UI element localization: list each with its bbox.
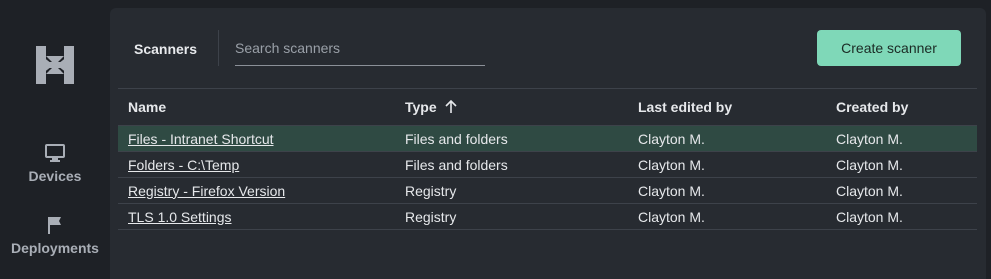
column-header-name[interactable]: Name	[128, 89, 166, 125]
scanner-name-link[interactable]: Files - Intranet Shortcut	[128, 131, 274, 147]
created-by: Clayton M.	[836, 208, 903, 225]
scanner-type: Files and folders	[405, 156, 508, 173]
last-edited-by: Clayton M.	[638, 156, 705, 173]
column-header-type[interactable]: Type	[405, 89, 457, 125]
toolbar-divider	[218, 30, 219, 66]
table-row[interactable]: Folders - C:\Temp Files and folders Clay…	[118, 152, 977, 178]
sidebar-item-label: Deployments	[11, 240, 99, 256]
created-by: Clayton M.	[836, 156, 903, 173]
sidebar-item-deployments[interactable]: Deployments	[0, 216, 110, 256]
last-edited-by: Clayton M.	[638, 182, 705, 199]
monitor-icon	[45, 144, 65, 162]
sidebar-item-devices[interactable]: Devices	[0, 144, 110, 184]
sidebar-item-label: Devices	[28, 168, 82, 184]
table-row[interactable]: Registry - Firefox Version Registry Clay…	[118, 178, 977, 204]
scanner-name-link[interactable]: TLS 1.0 Settings	[128, 209, 232, 225]
page-title: Scanners	[134, 41, 198, 57]
scanners-panel: Scanners Create scanner Name Type Last e…	[110, 8, 986, 279]
search-input[interactable]	[235, 34, 485, 66]
table-row[interactable]: Files - Intranet Shortcut Files and fold…	[118, 126, 977, 152]
scanner-type: Files and folders	[405, 130, 508, 147]
app-logo	[35, 45, 75, 85]
column-header-created-by[interactable]: Created by	[836, 89, 908, 125]
flag-icon	[48, 217, 61, 234]
scanner-type: Registry	[405, 208, 457, 225]
last-edited-by: Clayton M.	[638, 130, 705, 147]
table-header: Name Type Last edited by Created by	[118, 88, 977, 126]
sidebar: Devices Deployments	[0, 0, 110, 279]
created-by: Clayton M.	[836, 182, 903, 199]
last-edited-by: Clayton M.	[638, 208, 705, 225]
column-header-last-edited-by[interactable]: Last edited by	[638, 89, 732, 125]
sort-ascending-icon	[445, 100, 457, 113]
scanner-type: Registry	[405, 182, 457, 199]
table-row[interactable]: TLS 1.0 Settings Registry Clayton M. Cla…	[118, 204, 977, 230]
column-header-label: Type	[405, 99, 437, 115]
created-by: Clayton M.	[836, 130, 903, 147]
scanners-table: Name Type Last edited by Created by File…	[118, 88, 977, 230]
toolbar: Scanners Create scanner	[110, 8, 986, 88]
create-scanner-button[interactable]: Create scanner	[817, 30, 961, 66]
scanner-name-link[interactable]: Folders - C:\Temp	[128, 157, 239, 173]
scanner-name-link[interactable]: Registry - Firefox Version	[128, 183, 285, 199]
